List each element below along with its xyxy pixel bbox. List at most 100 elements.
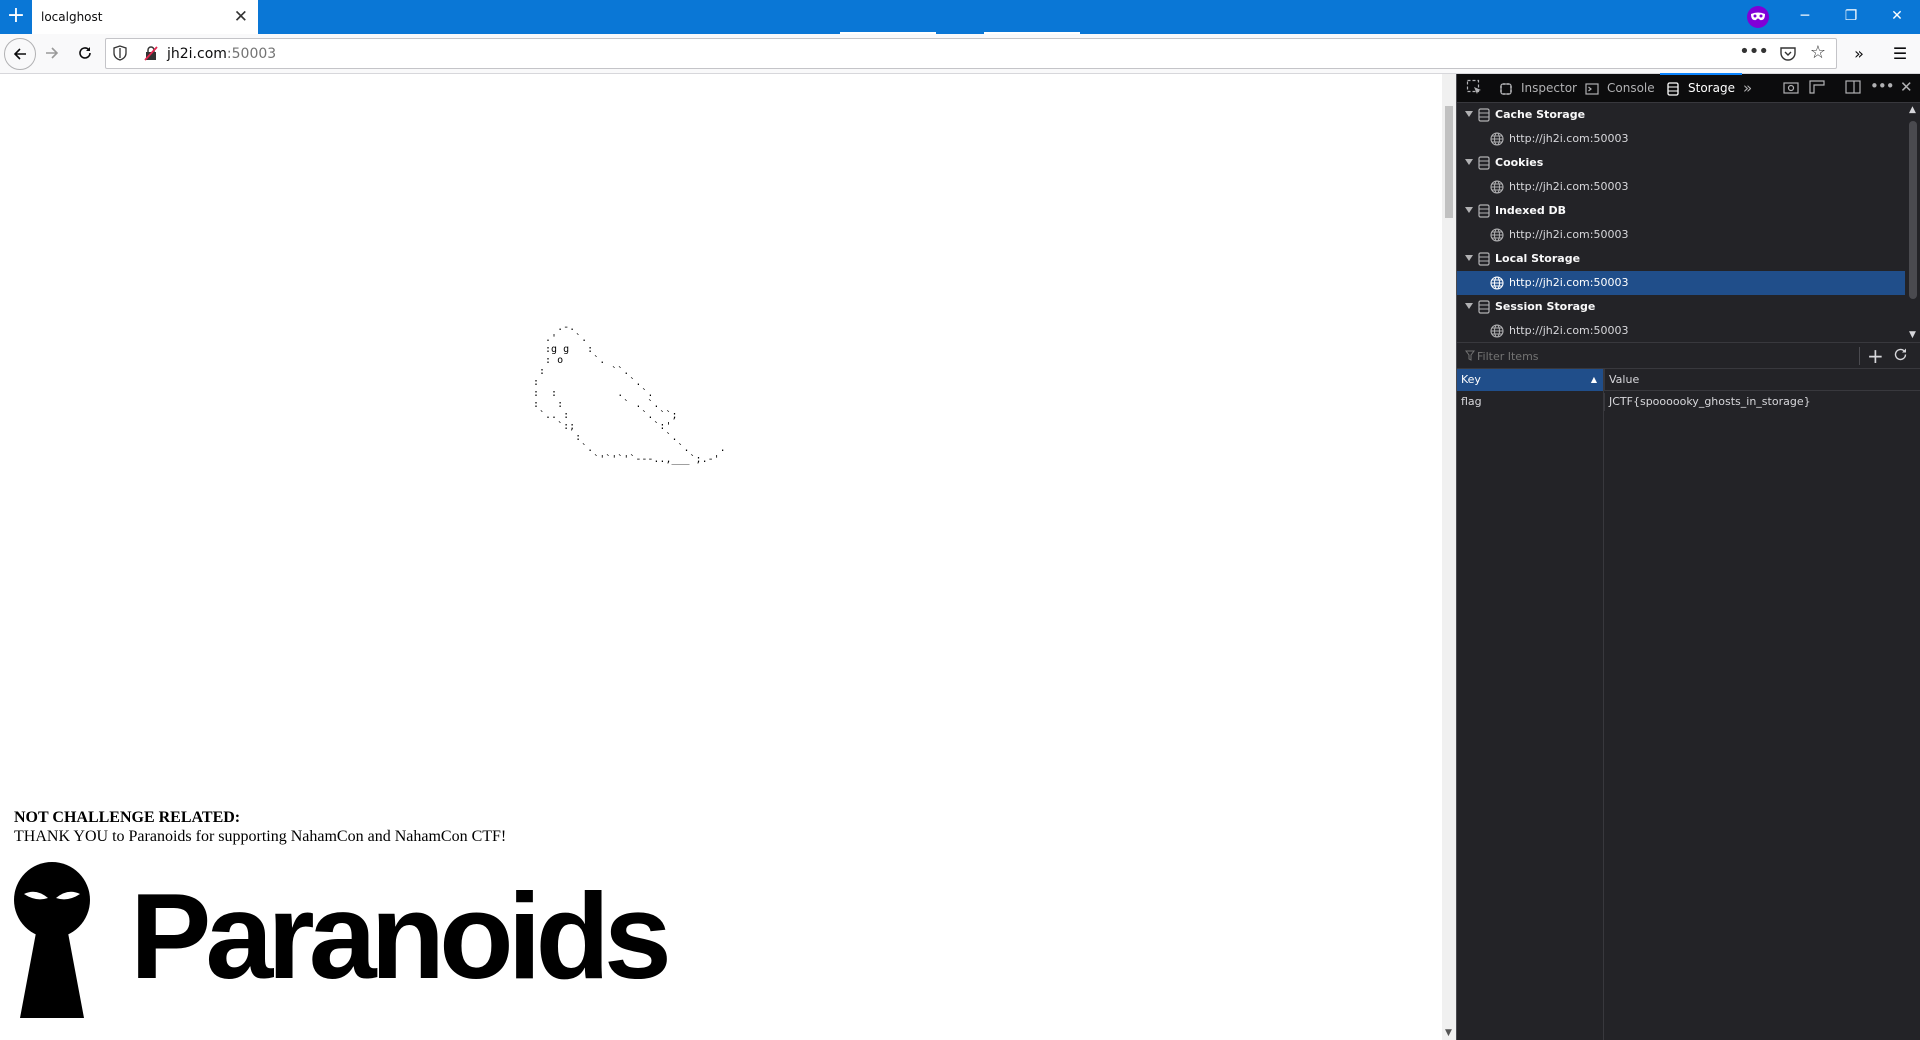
dock-icon[interactable] [1845, 80, 1861, 98]
page-scrollbar[interactable]: ▼ [1442, 74, 1456, 1040]
column-header-key-label: Key [1461, 373, 1481, 386]
expand-arrow-icon[interactable] [1465, 255, 1473, 261]
storage-tree: Cache Storage http://jh2i.com:50003 Cook… [1457, 103, 1905, 342]
close-devtools-icon[interactable]: ✕ [1900, 78, 1913, 96]
expand-arrow-icon[interactable] [1465, 207, 1473, 213]
tree-host-cache-storage[interactable]: http://jh2i.com:50003 [1457, 127, 1905, 151]
globe-icon [1490, 324, 1504, 338]
insecure-lock-icon[interactable] [144, 46, 158, 64]
navigation-toolbar: jh2i.com:50003 ••• ☆ » ☰ [0, 34, 1920, 74]
column-header-value-label: Value [1609, 373, 1640, 386]
globe-icon [1490, 180, 1504, 194]
storage-category-icon [1478, 252, 1490, 266]
tree-category-label: Cache Storage [1495, 108, 1586, 121]
sponsor-text: THANK YOU to Paranoids for supporting Na… [14, 828, 507, 845]
element-picker-icon[interactable] [1466, 79, 1482, 98]
tab-title: localghost [41, 10, 103, 24]
tree-category-label: Cookies [1495, 156, 1544, 169]
column-header-key[interactable]: Key ▲ [1457, 369, 1603, 391]
tree-category-local-storage[interactable]: Local Storage [1457, 247, 1905, 271]
back-button[interactable] [4, 38, 36, 70]
refresh-icon[interactable] [1893, 347, 1908, 365]
scroll-up-arrow-icon[interactable]: ▲ [1909, 105, 1916, 115]
url-bar[interactable]: jh2i.com:50003 ••• ☆ [105, 38, 1837, 69]
storage-table: Key ▲ Value flag JCTF{spoooooky_ghosts_i… [1457, 369, 1920, 1040]
new-tab-button[interactable]: + [0, 0, 32, 34]
tab-inspector-label: Inspector [1521, 81, 1577, 95]
tree-category-label: Indexed DB [1495, 204, 1567, 217]
tree-host-session-storage[interactable]: http://jh2i.com:50003 [1457, 319, 1905, 343]
scroll-down-arrow-icon[interactable]: ▼ [1445, 1028, 1452, 1038]
tree-category-label: Local Storage [1495, 252, 1581, 265]
tree-category-cookies[interactable]: Cookies [1457, 151, 1905, 175]
table-cell-value[interactable]: JCTF{spoooooky_ghosts_in_storage} [1604, 393, 1920, 411]
forward-button[interactable] [36, 38, 68, 70]
tab-localghost[interactable]: localghost ✕ [32, 0, 258, 34]
more-tabs-chevron-icon[interactable]: » [1743, 79, 1752, 97]
globe-icon [1490, 228, 1504, 242]
expand-arrow-icon[interactable] [1465, 303, 1473, 309]
tree-category-label: Session Storage [1495, 300, 1596, 313]
filter-items-input[interactable] [1477, 347, 1807, 365]
tree-category-cache-storage[interactable]: Cache Storage [1457, 103, 1905, 127]
devtools-toolbar: Inspector Console Storage » ••• ✕ [1457, 73, 1920, 103]
page-actions-icon[interactable]: ••• [1739, 41, 1769, 62]
devtools-panel: Inspector Console Storage » ••• ✕ Cache … [1456, 73, 1920, 1040]
url-host: jh2i.com [167, 46, 227, 62]
globe-icon [1490, 276, 1504, 290]
storage-category-icon [1478, 156, 1490, 170]
restore-button[interactable]: ❐ [1828, 0, 1874, 34]
devtools-menu-icon[interactable]: ••• [1870, 77, 1895, 95]
page-scrollbar-thumb[interactable] [1445, 106, 1453, 218]
tab-storage-label: Storage [1688, 81, 1735, 95]
filter-toolbar: + [1457, 342, 1920, 369]
storage-category-icon [1478, 300, 1490, 314]
tab-inspector[interactable]: Inspector [1499, 74, 1579, 103]
hamburger-menu-icon[interactable]: ☰ [1884, 38, 1916, 70]
storage-category-icon [1478, 204, 1490, 218]
tree-host-label: http://jh2i.com:50003 [1509, 324, 1629, 337]
expand-arrow-icon[interactable] [1465, 159, 1473, 165]
close-icon[interactable]: ✕ [234, 7, 248, 27]
tab-console[interactable]: Console [1585, 74, 1657, 103]
tracking-protection-icon[interactable] [113, 45, 127, 64]
minimize-button[interactable]: ─ [1782, 0, 1828, 34]
tree-host-label: http://jh2i.com:50003 [1509, 180, 1629, 193]
scroll-down-arrow-icon[interactable]: ▼ [1909, 330, 1916, 340]
pocket-icon[interactable] [1780, 46, 1796, 64]
expand-arrow-icon[interactable] [1465, 111, 1473, 117]
globe-icon [1490, 132, 1504, 146]
tree-host-label: http://jh2i.com:50003 [1509, 228, 1629, 241]
toolbar-divider [1859, 347, 1860, 365]
sort-ascending-icon: ▲ [1590, 375, 1597, 384]
tree-host-label: http://jh2i.com:50003 [1509, 276, 1629, 289]
table-cell-key[interactable]: flag [1457, 393, 1603, 411]
rulers-icon[interactable] [1809, 80, 1825, 98]
tab-strip: + localghost ✕ ─ ❐ ✕ [0, 0, 1920, 34]
reload-button[interactable] [69, 38, 101, 70]
paranoids-logo-figure [14, 862, 90, 1018]
close-window-button[interactable]: ✕ [1874, 0, 1920, 34]
bookmark-star-icon[interactable]: ☆ [1810, 42, 1826, 63]
sponsor-heading: NOT CHALLENGE RELATED: [14, 809, 241, 826]
tab-storage[interactable]: Storage [1660, 73, 1742, 103]
tree-scrollbar-thumb[interactable] [1909, 121, 1917, 299]
column-divider[interactable] [1603, 369, 1604, 1040]
private-browsing-icon [1747, 6, 1769, 28]
tree-category-indexed-db[interactable]: Indexed DB [1457, 199, 1905, 223]
storage-category-icon [1478, 108, 1490, 122]
add-item-icon[interactable]: + [1867, 344, 1884, 368]
tree-category-session-storage[interactable]: Session Storage [1457, 295, 1905, 319]
tree-host-label: http://jh2i.com:50003 [1509, 132, 1629, 145]
tree-host-indexed-db[interactable]: http://jh2i.com:50003 [1457, 223, 1905, 247]
tree-scrollbar[interactable]: ▲ ▼ [1905, 103, 1920, 342]
column-header-value[interactable]: Value [1604, 369, 1920, 391]
overflow-menu-icon[interactable]: » [1843, 38, 1875, 70]
ghost-ascii-art: .-. .' `. :g g : : o `. : ``. : `. : : .… [533, 322, 726, 465]
paranoids-logo-text: Paranoids [130, 868, 672, 1004]
tree-host-local-storage[interactable]: http://jh2i.com:50003 [1457, 271, 1905, 295]
tab-console-label: Console [1607, 81, 1655, 95]
screenshot-icon[interactable] [1783, 80, 1799, 98]
tree-host-cookies[interactable]: http://jh2i.com:50003 [1457, 175, 1905, 199]
url-text[interactable]: jh2i.com:50003 [167, 46, 276, 62]
